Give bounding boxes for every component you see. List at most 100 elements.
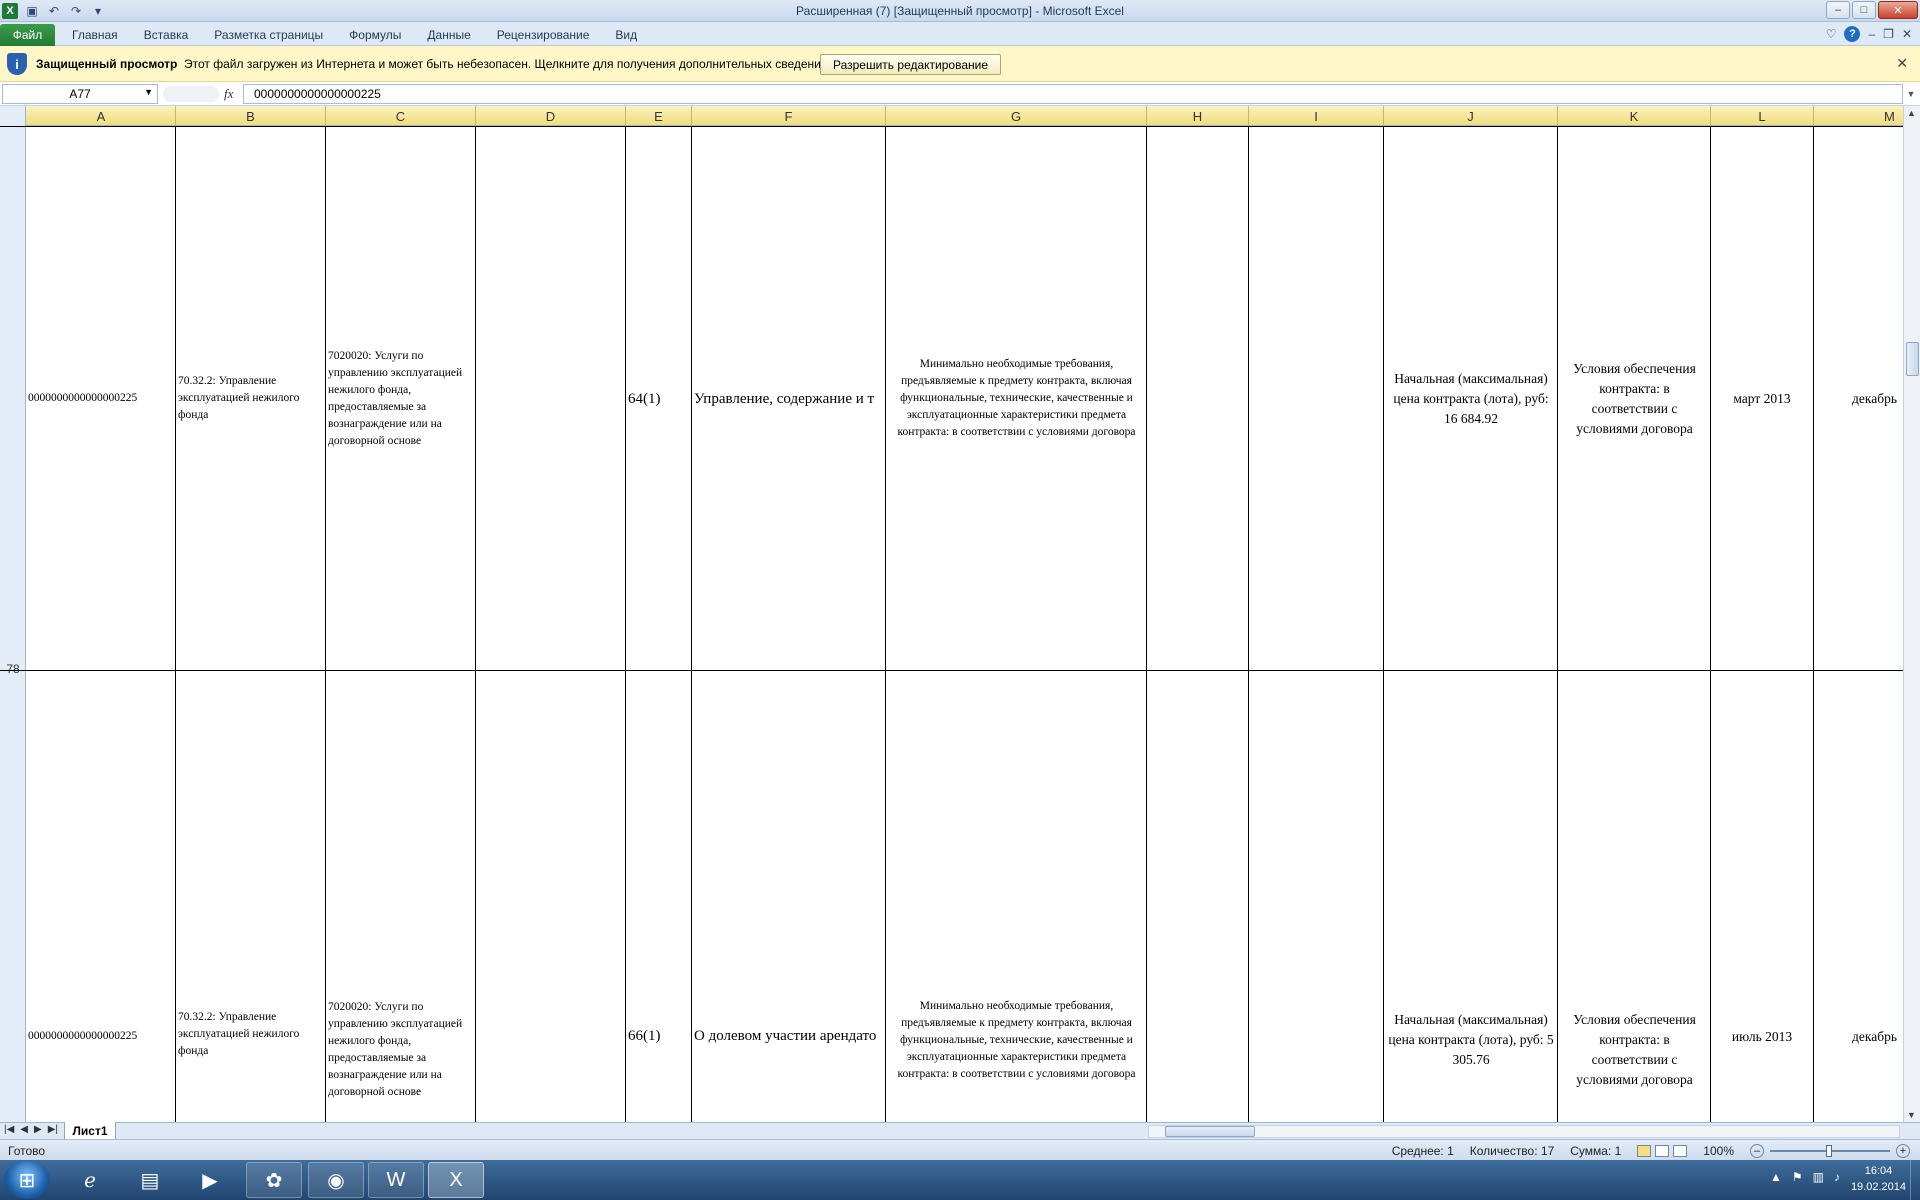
scroll-down-icon[interactable]: ▼ — [1907, 1110, 1916, 1120]
formula-input[interactable]: 0000000000000000225 — [243, 84, 1903, 104]
page-break-view-button[interactable] — [1673, 1144, 1688, 1157]
zoom-slider-knob[interactable] — [1826, 1144, 1832, 1157]
tray-expand-icon[interactable]: ▲ — [1770, 1170, 1782, 1184]
minimize-button[interactable]: – — [1826, 1, 1850, 19]
cell-a77[interactable]: 0000000000000000225 — [28, 127, 174, 670]
column-header-d[interactable]: D — [476, 106, 626, 126]
show-desktop-button[interactable] — [1910, 1160, 1920, 1200]
cell-j78[interactable]: Начальная (максимальная) цена контракта … — [1386, 671, 1556, 1122]
column-header-l[interactable]: L — [1711, 106, 1814, 126]
workbook-restore-icon[interactable]: ❐ — [1883, 27, 1894, 41]
cell-k77[interactable]: Условия обеспечения контракта: в соответ… — [1560, 127, 1709, 670]
cell-c78[interactable]: 7020020: Услуги по управлению эксплуатац… — [328, 671, 474, 1122]
cell-f78[interactable]: О долевом участии арендато — [694, 671, 884, 1122]
tab-review[interactable]: Рецензирование — [485, 27, 604, 43]
taskbar-clock[interactable]: 16:04 19.02.2014 — [1851, 1163, 1906, 1195]
zoom-in-button[interactable]: + — [1896, 1143, 1910, 1158]
chevron-down-icon[interactable]: ▼ — [144, 87, 153, 97]
close-message-bar-icon[interactable]: ✕ — [1896, 55, 1908, 72]
expand-formula-bar-icon[interactable]: ▼ — [1904, 85, 1918, 103]
first-sheet-icon[interactable]: |◀ — [4, 1124, 14, 1135]
close-button[interactable]: ✕ — [1878, 1, 1918, 19]
cell-a78[interactable]: 0000000000000000225 — [28, 671, 174, 1122]
tab-insert[interactable]: Вставка — [132, 27, 203, 43]
help-icon[interactable]: ? — [1844, 26, 1861, 42]
start-button[interactable]: ⊞ — [4, 1161, 50, 1199]
tab-home[interactable]: Главная — [60, 27, 132, 43]
zoom-out-button[interactable]: – — [1750, 1143, 1764, 1158]
cell-e77[interactable]: 64(1) — [628, 127, 690, 670]
word-icon[interactable]: W — [368, 1162, 424, 1198]
last-sheet-icon[interactable]: ▶| — [48, 1124, 58, 1135]
media-player-icon[interactable]: ▶ — [182, 1162, 238, 1198]
vertical-scroll-thumb[interactable] — [1906, 342, 1919, 376]
cell-k78[interactable]: Условия обеспечения контракта: в соответ… — [1560, 671, 1709, 1122]
prev-sheet-icon[interactable]: ◀ — [20, 1124, 28, 1135]
status-sum[interactable]: Сумма: 1 — [1570, 1144, 1621, 1158]
insert-function-icon[interactable]: fx — [224, 86, 233, 102]
page-layout-view-button[interactable] — [1655, 1144, 1670, 1157]
cell-m77[interactable]: декабрь — [1852, 127, 1903, 670]
protected-view-bar: i Защищенный просмотр Этот файл загружен… — [0, 46, 1920, 82]
sheet-tab-list1[interactable]: Лист1 — [64, 1122, 116, 1140]
cell-l78[interactable]: июль 2013 — [1712, 671, 1812, 1122]
flag-icon[interactable]: ⚑ — [1792, 1170, 1803, 1184]
cell-e78[interactable]: 66(1) — [628, 671, 690, 1122]
cell-b77[interactable]: 70.32.2: Управление эксплуатацией нежило… — [178, 127, 324, 670]
formula-bar: A77 ▼ fx 0000000000000000225 ▼ — [0, 82, 1920, 106]
tab-formulas[interactable]: Формулы — [337, 27, 415, 43]
volume-icon[interactable]: ♪ — [1834, 1170, 1840, 1184]
normal-view-button[interactable] — [1637, 1144, 1652, 1157]
next-sheet-icon[interactable]: ▶ — [34, 1124, 42, 1135]
icq-icon[interactable]: ✿ — [246, 1162, 302, 1198]
row-header-78[interactable]: 78 — [0, 662, 26, 676]
cell-l77[interactable]: март 2013 — [1712, 127, 1812, 670]
excel-taskbar-icon[interactable]: X — [428, 1162, 484, 1198]
ribbon-expand-icon[interactable]: ♡ — [1826, 27, 1837, 41]
column-header-j[interactable]: J — [1384, 106, 1558, 126]
column-header-f[interactable]: F — [692, 106, 886, 126]
tab-file[interactable]: Файл — [0, 24, 55, 46]
column-header-k[interactable]: K — [1558, 106, 1711, 126]
internet-explorer-icon[interactable]: ℯ — [62, 1162, 118, 1198]
cell-b78[interactable]: 70.32.2: Управление эксплуатацией нежило… — [178, 671, 324, 1122]
tab-page-layout[interactable]: Разметка страницы — [202, 27, 337, 43]
protected-view-message[interactable]: Этот файл загружен из Интернета и может … — [184, 57, 831, 71]
cell-g78[interactable]: Минимально необходимые требования, предъ… — [888, 671, 1145, 1122]
spreadsheet-grid[interactable]: A B C D E F G H I J K L M 78 00000000000… — [0, 106, 1903, 1122]
chrome-icon[interactable]: ◉ — [308, 1162, 364, 1198]
name-box[interactable]: A77 ▼ — [2, 84, 158, 104]
enable-editing-button[interactable]: Разрешить редактирование — [820, 54, 1001, 75]
column-header-c[interactable]: C — [326, 106, 476, 126]
cell-f77[interactable]: Управление, содержание и т — [694, 127, 884, 670]
tab-data[interactable]: Данные — [415, 27, 484, 43]
horizontal-scrollbar[interactable] — [1148, 1125, 1900, 1138]
cell-m78[interactable]: декабрь — [1852, 671, 1903, 1122]
gridline — [1248, 126, 1249, 1122]
workbook-close-icon[interactable]: ✕ — [1902, 27, 1912, 41]
column-header-a[interactable]: A — [27, 106, 176, 126]
column-header-m[interactable]: M — [1814, 106, 1903, 126]
formula-bar-splitter[interactable] — [163, 86, 219, 102]
cell-j77[interactable]: Начальная (максимальная) цена контракта … — [1386, 127, 1556, 670]
select-all-corner[interactable] — [0, 106, 26, 126]
status-count[interactable]: Количество: 17 — [1470, 1144, 1554, 1158]
network-icon[interactable]: ▥ — [1813, 1170, 1824, 1184]
vertical-scrollbar[interactable]: ▲ ▼ — [1903, 106, 1920, 1122]
status-average[interactable]: Среднее: 1 — [1392, 1144, 1454, 1158]
column-header-b[interactable]: B — [176, 106, 326, 126]
zoom-level[interactable]: 100% — [1703, 1144, 1734, 1158]
cell-g77[interactable]: Минимально необходимые требования, предъ… — [888, 127, 1145, 670]
maximize-button[interactable]: □ — [1852, 1, 1876, 19]
column-header-h[interactable]: H — [1147, 106, 1249, 126]
horizontal-scroll-thumb[interactable] — [1165, 1126, 1255, 1137]
cell-c77[interactable]: 7020020: Услуги по управлению эксплуатац… — [328, 127, 474, 670]
file-explorer-icon[interactable]: ▤ — [122, 1162, 178, 1198]
workbook-minimize-icon[interactable]: – — [1868, 27, 1875, 41]
scroll-up-icon[interactable]: ▲ — [1907, 108, 1916, 118]
zoom-slider[interactable] — [1770, 1144, 1890, 1157]
column-header-e[interactable]: E — [626, 106, 692, 126]
column-header-g[interactable]: G — [886, 106, 1147, 126]
column-header-i[interactable]: I — [1249, 106, 1384, 126]
tab-view[interactable]: Вид — [603, 27, 651, 43]
